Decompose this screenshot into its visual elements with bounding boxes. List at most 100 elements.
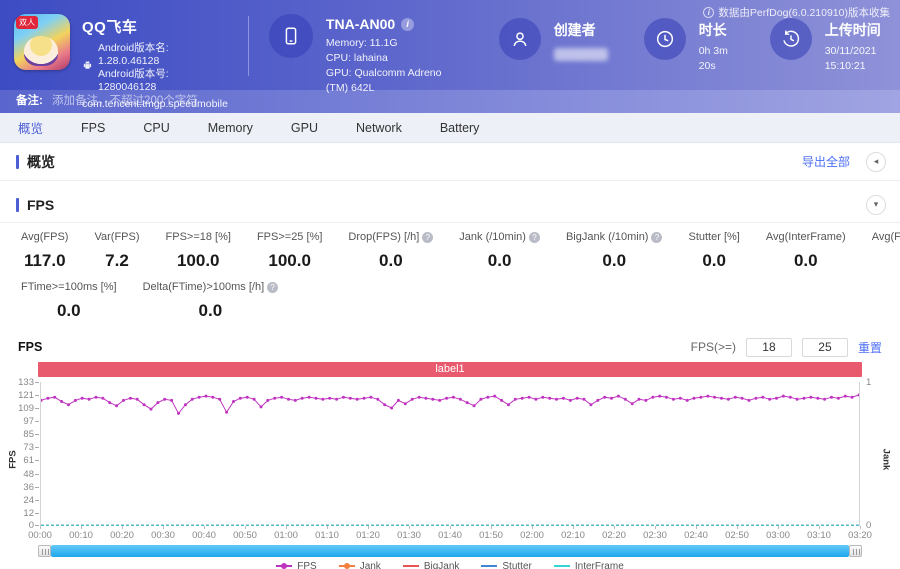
tab-0[interactable]: 概览 — [18, 118, 43, 137]
fps-threshold-input-1[interactable] — [745, 337, 792, 357]
creator-person-icon — [498, 18, 541, 60]
y-axis-tickmark — [35, 446, 39, 448]
fps-chart-label: FPS — [18, 340, 43, 354]
stat-label-text: Avg(InterFrame) — [765, 231, 846, 243]
upload-label: 上传时间 — [824, 22, 881, 38]
collapse-left-button[interactable]: ◂ — [866, 151, 886, 172]
x-axis-tickmark — [491, 526, 492, 529]
legend-item-stutter[interactable]: Stutter — [481, 560, 532, 569]
android-icon — [82, 59, 93, 77]
tab-6[interactable]: Battery — [440, 121, 480, 135]
y-axis-tickmark — [35, 500, 39, 501]
stat-cell: FPS>=25 [%] 100.0 — [244, 231, 335, 271]
y-axis-tickmark — [35, 459, 39, 461]
upload-value: 30/11/2021 15:10:21 — [824, 45, 877, 72]
app-version-code: Android版本号: 1280046128 — [98, 68, 169, 93]
duration-block: 时长 0h 3m 20s — [643, 18, 734, 74]
legend-swatch — [553, 565, 570, 567]
creator-block: 创建者 — [498, 18, 608, 61]
stat-label: Avg(InterFrame) — [766, 231, 846, 243]
x-axis-tickmark — [450, 526, 451, 529]
help-icon[interactable]: ? — [651, 231, 663, 243]
fps-threshold-input-2[interactable] — [801, 337, 848, 357]
legend-item-jank[interactable]: Jank — [338, 561, 381, 569]
stat-label: BigJank (/10min)? — [566, 231, 663, 243]
x-axis-tickmark — [368, 526, 369, 529]
fps-chart[interactable]: FPS Jank 0 12 24 36 48 61 73 85 97 109 121 133 0 1 00:… — [0, 377, 900, 544]
header: 双人 QQ飞车 Android版本名: 1.28.0.46128 Android… — [0, 0, 900, 110]
perfdog-version-note: i 数据由PerfDog(6.0.210910)版本收集 — [703, 5, 890, 20]
overview-section-head: 概览 导出全部 ◂ — [0, 143, 900, 181]
scrollbar-handle-left[interactable] — [38, 545, 51, 557]
scrollbar-track[interactable] — [51, 545, 849, 557]
tab-3[interactable]: Memory — [208, 121, 253, 135]
stat-label: Jank (/10min)? — [459, 231, 540, 243]
stat-label: Avg(FPS) — [21, 231, 68, 243]
device-cpu: CPU: lahaina — [325, 52, 388, 64]
y-axis-tickmark — [35, 433, 39, 435]
tab-2[interactable]: CPU — [143, 121, 169, 135]
x-axis-tickmark — [573, 526, 574, 529]
stat-cell: BigJank (/10min)? 0.0 — [553, 231, 676, 271]
legend-item-fps[interactable]: FPS — [276, 561, 317, 569]
x-axis-tick: 03:00 — [766, 530, 790, 541]
y-axis-tick: 12 — [23, 508, 34, 519]
y2-axis-title: Jank — [880, 448, 892, 471]
legend-label: BigJank — [423, 560, 460, 569]
stat-label-text: Jank (/10min) — [459, 231, 526, 243]
overview-title: 概览 — [27, 153, 55, 170]
title-accent-bar — [16, 197, 19, 212]
device-model: TNA-AN00 — [325, 16, 396, 32]
legend-item-interframe[interactable]: InterFrame — [553, 560, 624, 569]
x-axis-tick: 00:30 — [151, 530, 175, 541]
duration-label: 时长 — [698, 22, 727, 38]
stat-value: 0.0 — [56, 301, 81, 320]
legend-swatch — [402, 565, 419, 567]
x-axis-tickmark — [122, 526, 123, 529]
creator-name-redacted — [553, 48, 608, 61]
stat-value: 0.0 — [487, 251, 512, 270]
app-icon-badge: 双人 — [16, 16, 38, 29]
device-gpu: GPU: Qualcomm Adreno (TM) 642L — [325, 67, 442, 94]
legend-label: InterFrame — [574, 560, 624, 569]
x-axis-tick: 00:10 — [69, 530, 93, 541]
reset-link[interactable]: 重置 — [858, 339, 882, 356]
y-axis-tickmark — [35, 474, 39, 476]
x-axis-tickmark — [81, 526, 82, 529]
export-all-link[interactable]: 导出全部 — [802, 153, 850, 170]
stat-label-text: Var(FPS) — [94, 231, 140, 243]
collapse-down-button[interactable]: ▾ — [866, 194, 886, 215]
x-axis-tickmark — [532, 526, 533, 529]
help-icon[interactable]: ? — [422, 231, 434, 243]
stat-value: 0.0 — [379, 251, 403, 270]
x-axis-tick: 01:30 — [397, 530, 421, 541]
stat-label: FTime>=100ms [%] — [21, 281, 117, 293]
perfdog-report-page: 双人 QQ飞车 Android版本名: 1.28.0.46128 Android… — [0, 0, 900, 569]
app-icon: 双人 — [14, 14, 70, 70]
legend-label: Stutter — [502, 560, 532, 569]
stat-cell: Avg(FPS) 117.0 — [8, 231, 81, 271]
title-accent-bar — [16, 154, 19, 169]
help-icon[interactable]: ? — [528, 231, 540, 243]
app-title: QQ飞车 — [82, 19, 138, 36]
tab-4[interactable]: GPU — [291, 121, 318, 135]
help-icon[interactable]: ? — [267, 281, 279, 293]
device-info-icon[interactable]: i — [401, 17, 415, 31]
tab-bar: 概览 FPS CPU Memory GPU Network Battery — [0, 113, 900, 143]
scrollbar-handle-right[interactable] — [849, 545, 862, 557]
chart-legend: FPS Jank BigJank Stutter InterFrame — [0, 559, 900, 569]
y-axis-tickmark — [35, 513, 39, 514]
y-axis-tickmark — [35, 420, 39, 422]
y-axis-tick: 85 — [23, 428, 34, 440]
legend-item-bigjank[interactable]: BigJank — [402, 560, 460, 569]
tab-1[interactable]: FPS — [81, 121, 105, 135]
y-axis-tick: 36 — [23, 482, 34, 494]
stat-label-text: BigJank (/10min) — [565, 231, 649, 243]
note-label: 备注: — [16, 95, 43, 107]
stat-value: 0.0 — [602, 251, 627, 270]
y-axis-tickmark — [35, 487, 39, 489]
tab-5[interactable]: Network — [356, 121, 402, 135]
stat-cell: Drop(FPS) [/h]? 0.0 — [335, 231, 446, 271]
chart-scrollbar[interactable] — [38, 545, 862, 557]
plot-area[interactable] — [39, 382, 861, 526]
